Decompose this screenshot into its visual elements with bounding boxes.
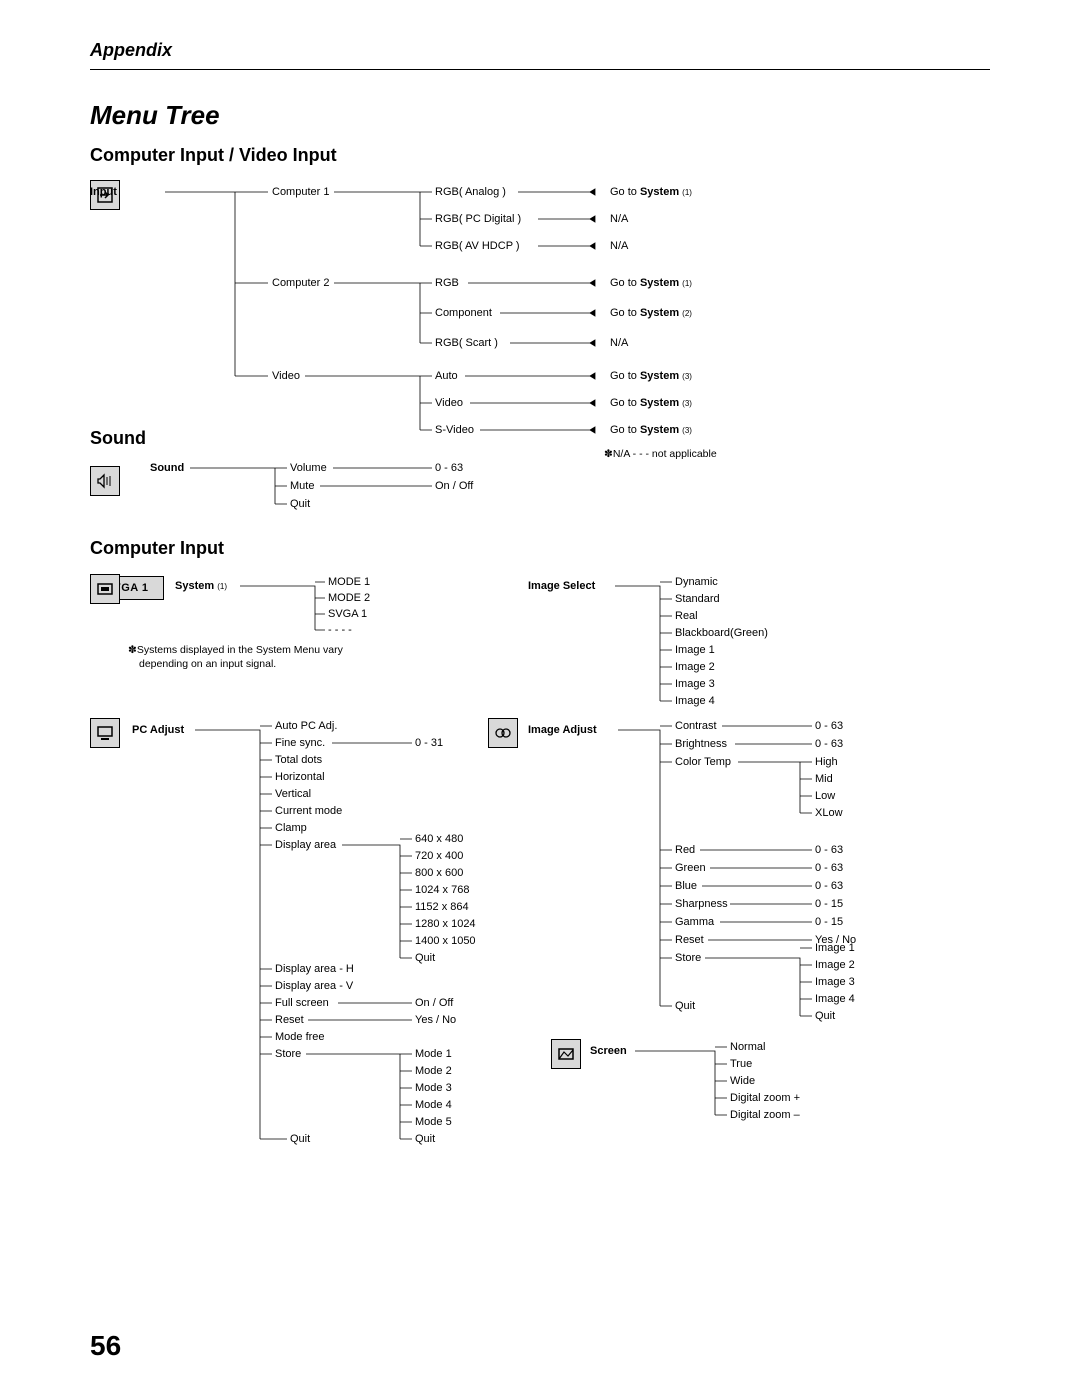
document-page: Appendix Menu Tree Computer Input / Vide…: [0, 0, 1080, 1397]
page-number: 56: [90, 1330, 121, 1362]
tree-connectors: [90, 172, 990, 1182]
menu-tree-diagram: Input Computer 1 RGB( Analog ) RGB( PC D…: [90, 172, 990, 1182]
header-rule: [90, 69, 990, 70]
section-computer-video: Computer Input / Video Input: [90, 145, 990, 166]
appendix-header: Appendix: [90, 40, 990, 61]
page-title: Menu Tree: [90, 100, 990, 131]
